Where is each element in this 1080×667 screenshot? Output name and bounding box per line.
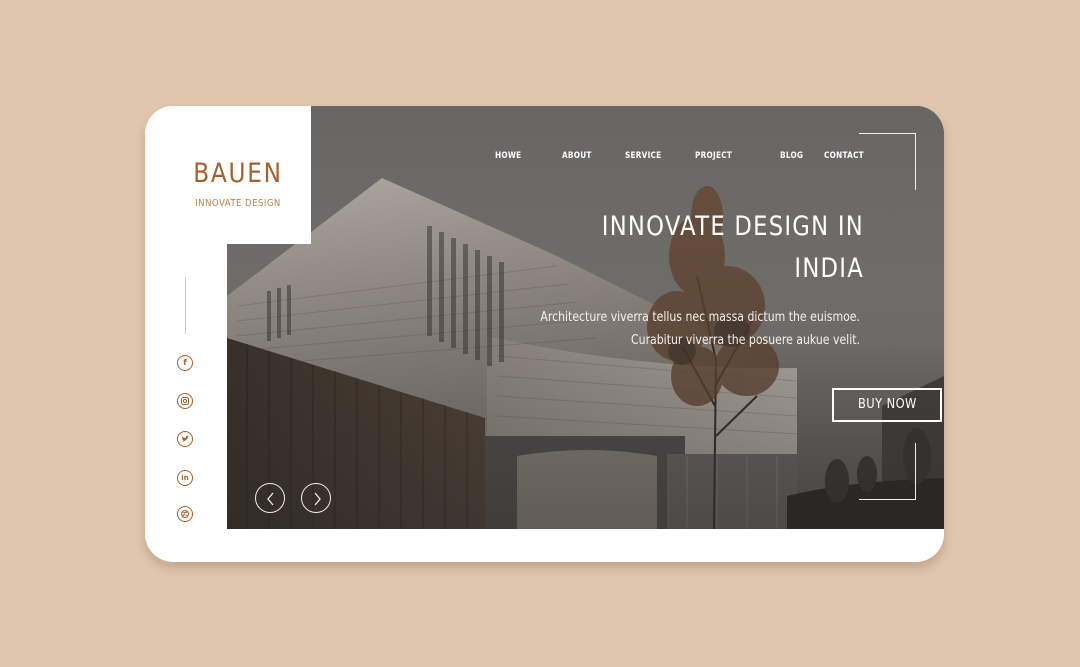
linkedin-icon[interactable]: in	[177, 470, 193, 486]
chevron-left-icon	[267, 492, 274, 506]
nav-service[interactable]: SERVICE	[625, 151, 661, 161]
buy-now-button[interactable]: BUY NOW	[832, 388, 942, 422]
nav-blog[interactable]: BLOG	[780, 151, 803, 161]
hero-description-line-2: Curabitur viverra the posuere aukue veli…	[631, 333, 860, 348]
buy-now-label: BUY NOW	[857, 397, 917, 412]
landing-card: HOWE ABOUT SERVICE PROJECT BLOG CONTACT …	[145, 106, 944, 562]
hero-headline: INNOVATE DESIGN IN INDIA	[578, 206, 864, 290]
slider-next-button[interactable]	[301, 483, 331, 513]
nav-project[interactable]: PROJECT	[695, 151, 732, 161]
hero-headline-line-1: INNOVATE DESIGN IN	[601, 211, 864, 242]
logo-block: BAUEN INNOVATE DESIGN	[145, 106, 311, 244]
dribbble-icon[interactable]	[177, 506, 193, 522]
twitter-glyph	[181, 435, 189, 442]
instagram-icon[interactable]	[177, 393, 193, 409]
nav-home[interactable]: HOWE	[495, 151, 521, 161]
brand-title[interactable]: BAUEN	[158, 158, 318, 189]
social-divider	[185, 277, 186, 334]
hero-image: HOWE ABOUT SERVICE PROJECT BLOG CONTACT …	[227, 106, 944, 529]
instagram-glyph	[181, 397, 189, 405]
hero-description-line-1: Architecture viverra tellus nec massa di…	[540, 310, 860, 325]
frame-corner-top-right	[859, 133, 916, 190]
hero-headline-line-2: INDIA	[794, 253, 864, 284]
chevron-right-icon	[314, 492, 321, 506]
nav-about[interactable]: ABOUT	[562, 151, 592, 161]
twitter-icon[interactable]	[177, 431, 193, 447]
frame-corner-bottom-right	[859, 443, 916, 500]
dribbble-glyph	[181, 510, 189, 518]
slider-prev-button[interactable]	[255, 483, 285, 513]
brand-subtitle: INNOVATE DESIGN	[195, 198, 281, 209]
nav-contact[interactable]: CONTACT	[824, 151, 864, 161]
facebook-icon[interactable]: f	[177, 355, 193, 371]
